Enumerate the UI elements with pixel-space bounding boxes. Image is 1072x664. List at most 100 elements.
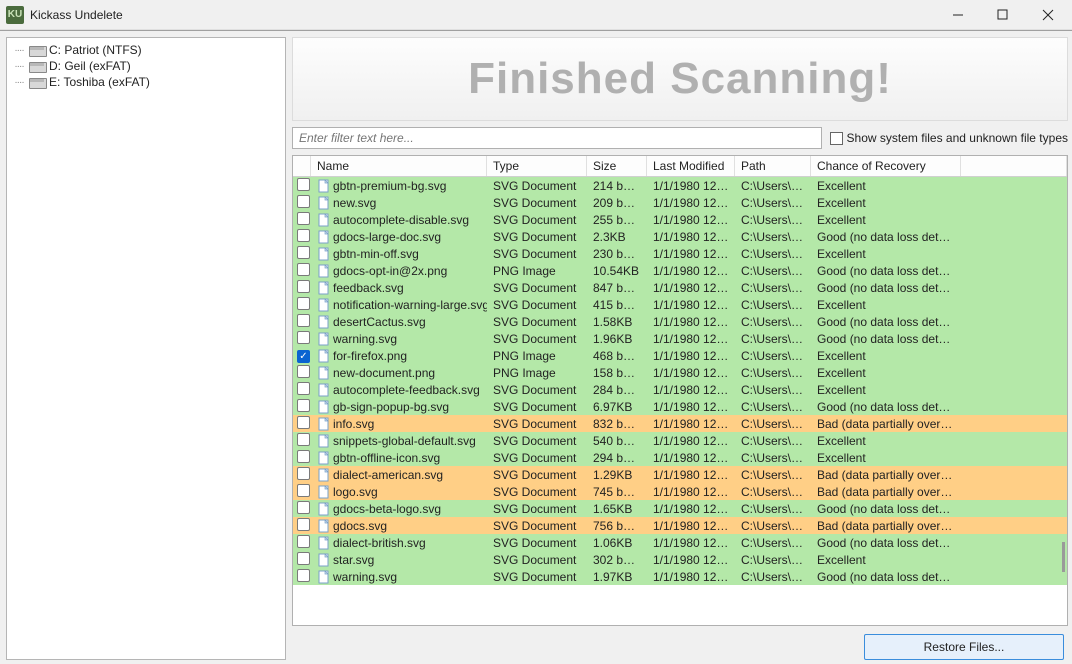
drive-item[interactable]: ····D: Geil (exFAT) bbox=[9, 58, 283, 74]
row-checkbox[interactable] bbox=[297, 433, 310, 446]
table-row[interactable]: logo.svgSVG Document745 bytes1/1/1980 12… bbox=[293, 483, 1067, 500]
file-size: 294 bytes bbox=[587, 451, 647, 465]
table-row[interactable]: gbtn-min-off.svgSVG Document230 bytes1/1… bbox=[293, 245, 1067, 262]
row-checkbox[interactable] bbox=[297, 569, 310, 582]
file-icon bbox=[317, 315, 331, 329]
file-recovery: Bad (data partially overwritten) bbox=[811, 485, 961, 499]
col-path[interactable]: Path bbox=[735, 156, 811, 176]
row-checkbox[interactable] bbox=[297, 365, 310, 378]
row-checkbox[interactable] bbox=[297, 314, 310, 327]
row-checkbox[interactable] bbox=[297, 450, 310, 463]
show-system-checkbox[interactable]: Show system files and unknown file types bbox=[830, 131, 1068, 145]
file-recovery: Good (no data loss detected) bbox=[811, 315, 961, 329]
file-size: 6.97KB bbox=[587, 400, 647, 414]
row-checkbox[interactable] bbox=[297, 416, 310, 429]
row-checkbox[interactable] bbox=[297, 382, 310, 395]
file-size: 415 bytes bbox=[587, 298, 647, 312]
table-body[interactable]: gbtn-premium-bg.svgSVG Document214 bytes… bbox=[293, 177, 1067, 625]
file-size: 540 bytes bbox=[587, 434, 647, 448]
table-row[interactable]: gdocs-opt-in@2x.pngPNG Image10.54KB1/1/1… bbox=[293, 262, 1067, 279]
close-button[interactable] bbox=[1025, 1, 1070, 29]
file-recovery: Good (no data loss detected) bbox=[811, 264, 961, 278]
file-name: for-firefox.png bbox=[333, 349, 407, 363]
file-size: 2.3KB bbox=[587, 230, 647, 244]
row-checkbox[interactable] bbox=[297, 467, 310, 480]
table-row[interactable]: autocomplete-feedback.svgSVG Document284… bbox=[293, 381, 1067, 398]
status-banner: Finished Scanning! bbox=[292, 37, 1068, 121]
file-icon bbox=[317, 383, 331, 397]
col-modified[interactable]: Last Modified bbox=[647, 156, 735, 176]
table-row[interactable]: gbtn-offline-icon.svgSVG Document294 byt… bbox=[293, 449, 1067, 466]
file-modified: 1/1/1980 12:... bbox=[647, 213, 735, 227]
row-checkbox[interactable] bbox=[297, 350, 310, 363]
file-modified: 1/1/1980 12:... bbox=[647, 179, 735, 193]
file-icon bbox=[317, 179, 331, 193]
file-modified: 1/1/1980 12:... bbox=[647, 536, 735, 550]
row-checkbox[interactable] bbox=[297, 263, 310, 276]
file-size: 745 bytes bbox=[587, 485, 647, 499]
restore-files-button[interactable]: Restore Files... bbox=[864, 634, 1064, 660]
table-row[interactable]: snippets-global-default.svgSVG Document5… bbox=[293, 432, 1067, 449]
table-row[interactable]: autocomplete-disable.svgSVG Document255 … bbox=[293, 211, 1067, 228]
file-path: C:\Users\M... bbox=[735, 502, 811, 516]
maximize-button[interactable] bbox=[980, 1, 1025, 29]
table-row[interactable]: new-document.pngPNG Image158 bytes1/1/19… bbox=[293, 364, 1067, 381]
table-row[interactable]: star.svgSVG Document302 bytes1/1/1980 12… bbox=[293, 551, 1067, 568]
table-row[interactable]: info.svgSVG Document832 bytes1/1/1980 12… bbox=[293, 415, 1067, 432]
table-row[interactable]: gdocs-large-doc.svgSVG Document2.3KB1/1/… bbox=[293, 228, 1067, 245]
file-path: C:\Users\M... bbox=[735, 366, 811, 380]
row-checkbox[interactable] bbox=[297, 229, 310, 242]
file-modified: 1/1/1980 12:... bbox=[647, 485, 735, 499]
file-size: 468 bytes bbox=[587, 349, 647, 363]
table-row[interactable]: dialect-american.svgSVG Document1.29KB1/… bbox=[293, 466, 1067, 483]
table-row[interactable]: gb-sign-popup-bg.svgSVG Document6.97KB1/… bbox=[293, 398, 1067, 415]
col-name[interactable]: Name bbox=[311, 156, 487, 176]
file-path: C:\Users\M... bbox=[735, 570, 811, 584]
file-icon bbox=[317, 519, 331, 533]
row-checkbox[interactable] bbox=[297, 518, 310, 531]
file-type: SVG Document bbox=[487, 519, 587, 533]
file-path: C:\Users\M... bbox=[735, 179, 811, 193]
table-row[interactable]: warning.svgSVG Document1.97KB1/1/1980 12… bbox=[293, 568, 1067, 585]
file-path: C:\Users\M... bbox=[735, 553, 811, 567]
file-type: SVG Document bbox=[487, 230, 587, 244]
table-row[interactable]: notification-warning-large.svgSVG Docume… bbox=[293, 296, 1067, 313]
file-name: dialect-british.svg bbox=[333, 536, 426, 550]
row-checkbox[interactable] bbox=[297, 195, 310, 208]
file-type: SVG Document bbox=[487, 213, 587, 227]
drive-tree[interactable]: ····C: Patriot (NTFS)····D: Geil (exFAT)… bbox=[6, 37, 286, 660]
row-checkbox[interactable] bbox=[297, 297, 310, 310]
minimize-button[interactable] bbox=[935, 1, 980, 29]
row-checkbox[interactable] bbox=[297, 280, 310, 293]
file-recovery: Excellent bbox=[811, 451, 961, 465]
filter-input[interactable] bbox=[292, 127, 822, 149]
drive-item[interactable]: ····E: Toshiba (exFAT) bbox=[9, 74, 283, 90]
file-type: PNG Image bbox=[487, 366, 587, 380]
row-checkbox[interactable] bbox=[297, 501, 310, 514]
col-recovery[interactable]: Chance of Recovery bbox=[811, 156, 961, 176]
table-row[interactable]: gbtn-premium-bg.svgSVG Document214 bytes… bbox=[293, 177, 1067, 194]
drive-item[interactable]: ····C: Patriot (NTFS) bbox=[9, 42, 283, 58]
file-recovery: Excellent bbox=[811, 213, 961, 227]
file-type: SVG Document bbox=[487, 468, 587, 482]
row-checkbox[interactable] bbox=[297, 212, 310, 225]
table-row[interactable]: dialect-british.svgSVG Document1.06KB1/1… bbox=[293, 534, 1067, 551]
scrollbar-thumb[interactable] bbox=[1062, 542, 1065, 572]
table-row[interactable]: feedback.svgSVG Document847 bytes1/1/198… bbox=[293, 279, 1067, 296]
col-size[interactable]: Size bbox=[587, 156, 647, 176]
row-checkbox[interactable] bbox=[297, 399, 310, 412]
file-modified: 1/1/1980 12:... bbox=[647, 196, 735, 210]
row-checkbox[interactable] bbox=[297, 484, 310, 497]
table-row[interactable]: desertCactus.svgSVG Document1.58KB1/1/19… bbox=[293, 313, 1067, 330]
table-row[interactable]: gdocs-beta-logo.svgSVG Document1.65KB1/1… bbox=[293, 500, 1067, 517]
table-row[interactable]: gdocs.svgSVG Document756 bytes1/1/1980 1… bbox=[293, 517, 1067, 534]
row-checkbox[interactable] bbox=[297, 535, 310, 548]
table-row[interactable]: new.svgSVG Document209 bytes1/1/1980 12:… bbox=[293, 194, 1067, 211]
table-row[interactable]: for-firefox.pngPNG Image468 bytes1/1/198… bbox=[293, 347, 1067, 364]
table-row[interactable]: warning.svgSVG Document1.96KB1/1/1980 12… bbox=[293, 330, 1067, 347]
row-checkbox[interactable] bbox=[297, 331, 310, 344]
row-checkbox[interactable] bbox=[297, 552, 310, 565]
row-checkbox[interactable] bbox=[297, 178, 310, 191]
row-checkbox[interactable] bbox=[297, 246, 310, 259]
col-type[interactable]: Type bbox=[487, 156, 587, 176]
